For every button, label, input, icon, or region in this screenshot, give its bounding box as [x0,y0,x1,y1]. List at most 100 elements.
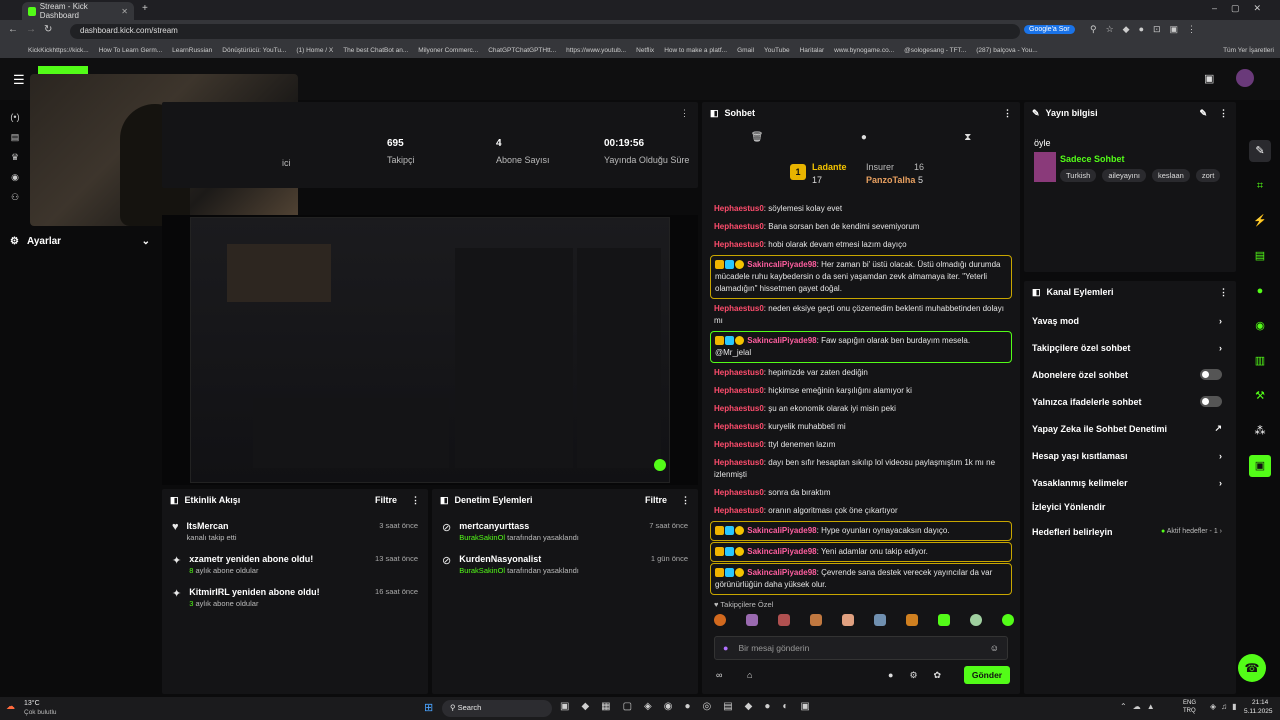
tray-icons[interactable]: ⌃☁▲ [1120,702,1161,711]
taskbar-search[interactable]: ⚲ Search [442,700,552,717]
tag[interactable]: keslaan [1152,169,1190,182]
bookmark-8[interactable]: https://www.youtub... [566,47,626,54]
more-icon[interactable]: ⋮ [1219,287,1228,298]
chat-username[interactable]: Hephaestus0 [714,488,764,497]
bookmark-0[interactable]: KickKickhttps://kick... [28,47,89,54]
taskbar-apps[interactable]: ▣◆▦▢◈◉●◎▤◆●◐▣ [560,701,822,712]
followers-only-row[interactable]: Takipçilere özel sohbet › [1024,334,1236,361]
network-icon[interactable]: ⁂ [1249,420,1271,442]
bookmark-2[interactable]: LearnRussian [172,47,212,54]
layers-icon[interactable]: ▥ [1249,350,1271,372]
camera-icon[interactable]: ◉ [8,172,22,186]
chat-username[interactable]: Hephaestus0 [714,422,764,431]
mic-icon[interactable]: ● [723,643,728,653]
bookmark-11[interactable]: Gmail [737,47,754,54]
google-ask-button[interactable]: Google'a Sor [1024,25,1075,34]
bookmark-16[interactable]: (287) balçova - You... [976,47,1037,54]
chat-username[interactable]: Hephaestus0 [714,440,764,449]
lightning-icon[interactable]: ⚡ [1249,210,1271,232]
reload-icon[interactable]: ↻ [44,24,52,35]
chat-input-box[interactable]: ● Bir mesaj gönderin ☺ [714,636,1008,660]
emote-icon[interactable] [746,614,758,626]
browser-tab[interactable]: Stream - Kick Dashboard ✕ [22,2,134,20]
trophy-icon[interactable]: ♛ [8,152,22,166]
chat-bubble-icon[interactable]: ● [1249,280,1271,302]
banned-words-row[interactable]: Yasaklanmış kelimeler › [1024,469,1236,496]
windows-start-icon[interactable]: ⊞ [424,701,433,714]
goals-row[interactable]: Hedefleri belirleyin ● Aktif hedefler - 1… [1024,518,1236,545]
emote-icon[interactable] [810,614,822,626]
bookmark-14[interactable]: www.bynogame.co... [834,47,894,54]
chat-username[interactable]: Hephaestus0 [714,204,764,213]
emote-icon[interactable] [874,614,886,626]
emote-icon[interactable] [906,614,918,626]
clipboard-icon[interactable]: ▤ [1249,245,1271,267]
slow-mode-row[interactable]: Yavaş mod › [1024,307,1236,334]
new-tab-icon[interactable]: + [142,3,148,14]
live-icon[interactable]: (•) [8,112,22,126]
broadcast-icon[interactable]: ▣ [1204,72,1214,85]
bookmark-12[interactable]: YouTube [764,47,790,54]
more-icon[interactable]: ⋮ [1003,108,1012,119]
bookmark-9[interactable]: Netflix [636,47,654,54]
bookmark-15[interactable]: @sologesang - TFT... [904,47,966,54]
back-icon[interactable]: ← [8,24,18,35]
broadcast-icon[interactable]: ◉ [1249,315,1271,337]
filter-button[interactable]: Filtre [645,495,667,505]
bookmark-10[interactable]: How to make a platf... [664,47,727,54]
bookmark-1[interactable]: How To Learn Germ... [99,47,162,54]
chat-username[interactable]: SakincaliPiyade98 [747,336,816,345]
stream-preview[interactable] [162,215,698,485]
chat-username[interactable]: Hephaestus0 [714,240,764,249]
emote-icon[interactable] [778,614,790,626]
bookmark-6[interactable]: Milyoner Commerc... [418,47,478,54]
emotes-only-toggle[interactable] [1200,396,1222,407]
dashboard-icon[interactable]: ▤ [8,132,22,146]
chat-username[interactable]: SakincaliPiyade98 [747,547,816,556]
more-icon[interactable]: ⋮ [681,495,690,506]
wrench-icon[interactable]: ⚒ [1249,385,1271,407]
url-field[interactable]: dashboard.kick.com/stream [70,24,1020,39]
chat-bubble-icon[interactable]: ● [888,670,909,680]
emote-icon[interactable] [842,614,854,626]
tag[interactable]: aileyayını [1102,169,1146,182]
clock-time[interactable]: 21:14 [1252,699,1268,706]
store-icon[interactable]: ⌂ [747,670,752,680]
hamburger-menu-icon[interactable]: ☰ [13,72,25,88]
subscribers-only-toggle[interactable] [1200,369,1222,380]
emoji-icon[interactable]: ☺ [990,643,999,653]
avatar[interactable] [1236,69,1254,87]
extensions-icons[interactable]: ⚲☆◆●⊡▣⋮ [1090,24,1205,35]
bookmark-3[interactable]: Dönüştürücü: YouTu... [222,47,286,54]
send-button[interactable]: Gönder [964,666,1010,684]
support-button[interactable]: ☎ [1238,654,1266,682]
chat-username[interactable]: Hephaestus0 [714,506,764,515]
bookmark-4[interactable]: (1) Home / X [296,47,333,54]
emote-icon[interactable] [714,614,726,626]
chat-username[interactable]: Hephaestus0 [714,404,764,413]
hourglass-icon[interactable]: ⧗ [964,132,971,143]
close-icon[interactable]: ✕ [121,7,128,16]
emote-icon[interactable] [1002,614,1014,626]
more-icon[interactable]: ⋮ [1219,108,1228,119]
edit-icon[interactable]: ✎ [1249,140,1271,162]
trash-icon[interactable]: 🗑 [751,132,764,143]
users-icon[interactable]: ⚇ [8,192,22,206]
chat-username[interactable]: SakincaliPiyade98 [747,526,816,535]
emote-icon[interactable] [970,614,982,626]
crop-icon[interactable]: ⌗ [1249,175,1271,197]
clip-icon[interactable]: ▣ [1249,455,1271,477]
settings-icon[interactable]: ⚙ [909,670,933,680]
settings-nav[interactable]: ⚙ Ayarlar ⌄ [10,236,150,247]
ai-moderation-row[interactable]: Yapay Zeka ile Sohbet Denetimi ↗ [1024,415,1236,442]
bookmark-5[interactable]: The best ChatBot an... [343,47,408,54]
tag[interactable]: Turkish [1060,169,1097,182]
edit-icon[interactable]: ✎ [1199,108,1207,119]
category-name[interactable]: Sadece Sohbet [1060,154,1125,164]
bookmark-13[interactable]: Haritalar [800,47,825,54]
moderator-name[interactable]: BurakSakinOl [459,566,505,575]
chat-input[interactable]: Bir mesaj gönderin [738,643,809,653]
forward-icon[interactable]: → [26,24,36,35]
tag[interactable]: zort [1195,169,1221,182]
filter-button[interactable]: Filtre [375,495,397,505]
